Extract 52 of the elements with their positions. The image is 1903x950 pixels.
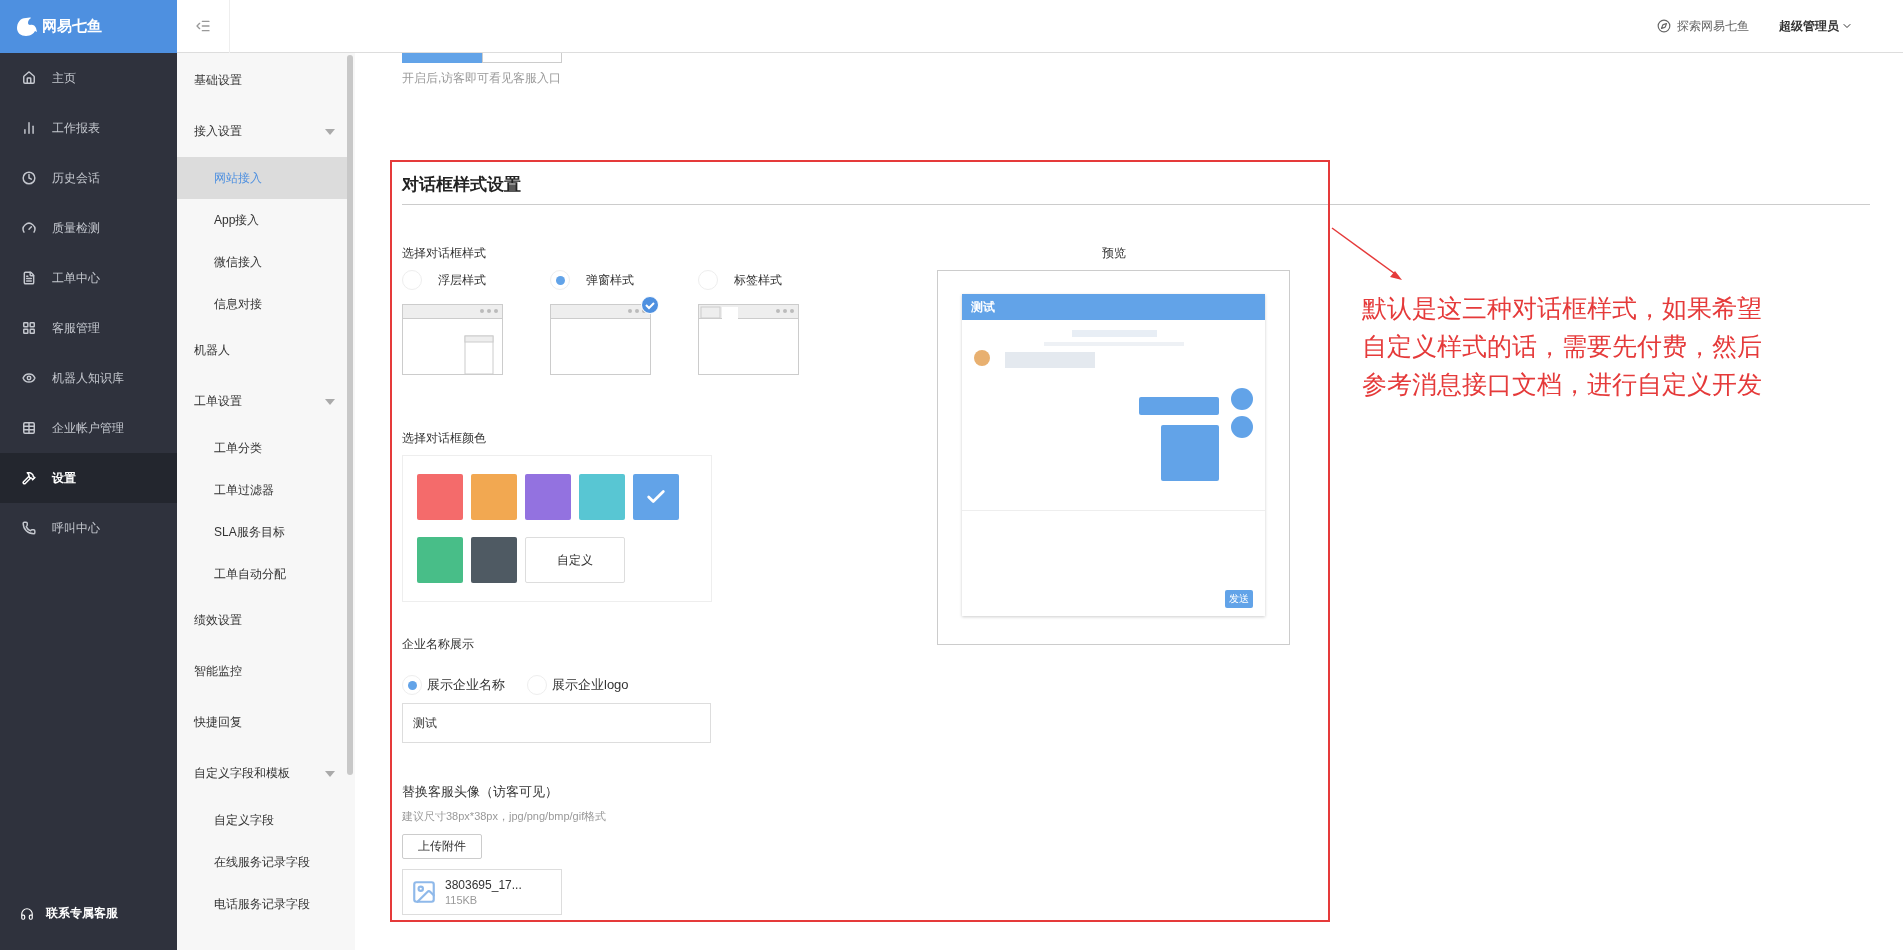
settings-submenu-item[interactable]: App接入 — [177, 199, 347, 241]
settings-submenu-item[interactable]: 工单分类 — [177, 427, 347, 469]
user-menu[interactable]: 超级管理员 — [1779, 17, 1853, 35]
brand-name: 网易七鱼 — [42, 17, 102, 36]
settings-submenu-item[interactable]: 工单自动分配 — [177, 553, 347, 595]
settings-submenu-item[interactable]: 工单过滤器 — [177, 469, 347, 511]
field-label: 选择对话框颜色 — [402, 430, 487, 447]
chat-header: 测试 — [962, 294, 1265, 320]
hint-text: 开启后,访客即可看见客服入口 — [402, 70, 563, 87]
field-label: 替换客服头像（访客可见） — [402, 783, 559, 801]
settings-menu-item[interactable]: 工单设置 — [177, 376, 355, 427]
settings-menu-item[interactable]: 自定义字段和模板 — [177, 748, 355, 799]
settings-menu-item[interactable]: 智能监控 — [177, 646, 355, 697]
settings-submenu-item[interactable]: 在线服务记录字段 — [177, 841, 347, 883]
nav-item[interactable]: 主页 — [0, 53, 177, 103]
settings-menu-item[interactable]: 基础设置 — [177, 55, 355, 106]
nav-item[interactable]: 企业帐户管理 — [0, 403, 177, 453]
settings-menu-item[interactable]: 接入设置 — [177, 106, 355, 157]
settings-submenu-item[interactable]: 信息对接 — [177, 283, 347, 325]
nav-item[interactable]: 工单中心 — [0, 253, 177, 303]
custom-color-button[interactable]: 自定义 — [525, 537, 625, 583]
file-name: 3803695_17... — [445, 878, 522, 892]
radio-label: 弹窗样式 — [586, 271, 634, 289]
nav-item[interactable]: 历史会话 — [0, 153, 177, 203]
file-size: 115KB — [445, 894, 479, 906]
nav-item[interactable]: 质量检测 — [0, 203, 177, 253]
radio-label: 浮层样式 — [438, 271, 486, 289]
nav-item[interactable]: 设置 — [0, 453, 177, 503]
settings-submenu-item[interactable]: 微信接入 — [177, 241, 347, 283]
explore-link[interactable]: 探索网易七鱼 — [1657, 17, 1749, 35]
nav-item[interactable]: 工作报表 — [0, 103, 177, 153]
settings-menu-item[interactable]: 快捷回复 — [177, 697, 355, 748]
hint-text: 建议尺寸38px*38px，jpg/png/bmp/gif格式 — [402, 809, 608, 824]
upload-button[interactable]: 上传附件 — [402, 834, 482, 859]
settings-menu-item[interactable]: 绩效设置 — [177, 595, 355, 646]
field-label: 选择对话框样式 — [402, 245, 487, 262]
settings-submenu-item[interactable]: SLA服务目标 — [177, 511, 347, 553]
radio-label: 展示企业logo — [552, 676, 629, 694]
nav-item[interactable]: 呼叫中心 — [0, 503, 177, 553]
annotation-text: 默认是这三种对话框样式，如果希望 自定义样式的话，需要先付费，然后 参考消息接口文档，进行自定义开发 — [1362, 293, 1762, 401]
settings-submenu-item[interactable]: 电话服务记录字段 — [177, 883, 347, 925]
nav-item[interactable]: 客服管理 — [0, 303, 177, 353]
field-label: 企业名称展示 — [402, 636, 475, 653]
company-name-field[interactable]: 测试 — [402, 703, 711, 743]
settings-submenu-item[interactable]: 自定义字段 — [177, 799, 347, 841]
radio-label: 展示企业名称 — [427, 676, 505, 694]
settings-menu-item[interactable]: 机器人 — [177, 325, 355, 376]
contact-support-link[interactable]: 联系专属客服 — [0, 905, 177, 922]
radio-label: 标签样式 — [734, 271, 782, 289]
section-title: 对话框样式设置 — [402, 173, 1870, 205]
nav-item[interactable]: 机器人知识库 — [0, 353, 177, 403]
preview-label: 预览 — [1101, 245, 1126, 262]
